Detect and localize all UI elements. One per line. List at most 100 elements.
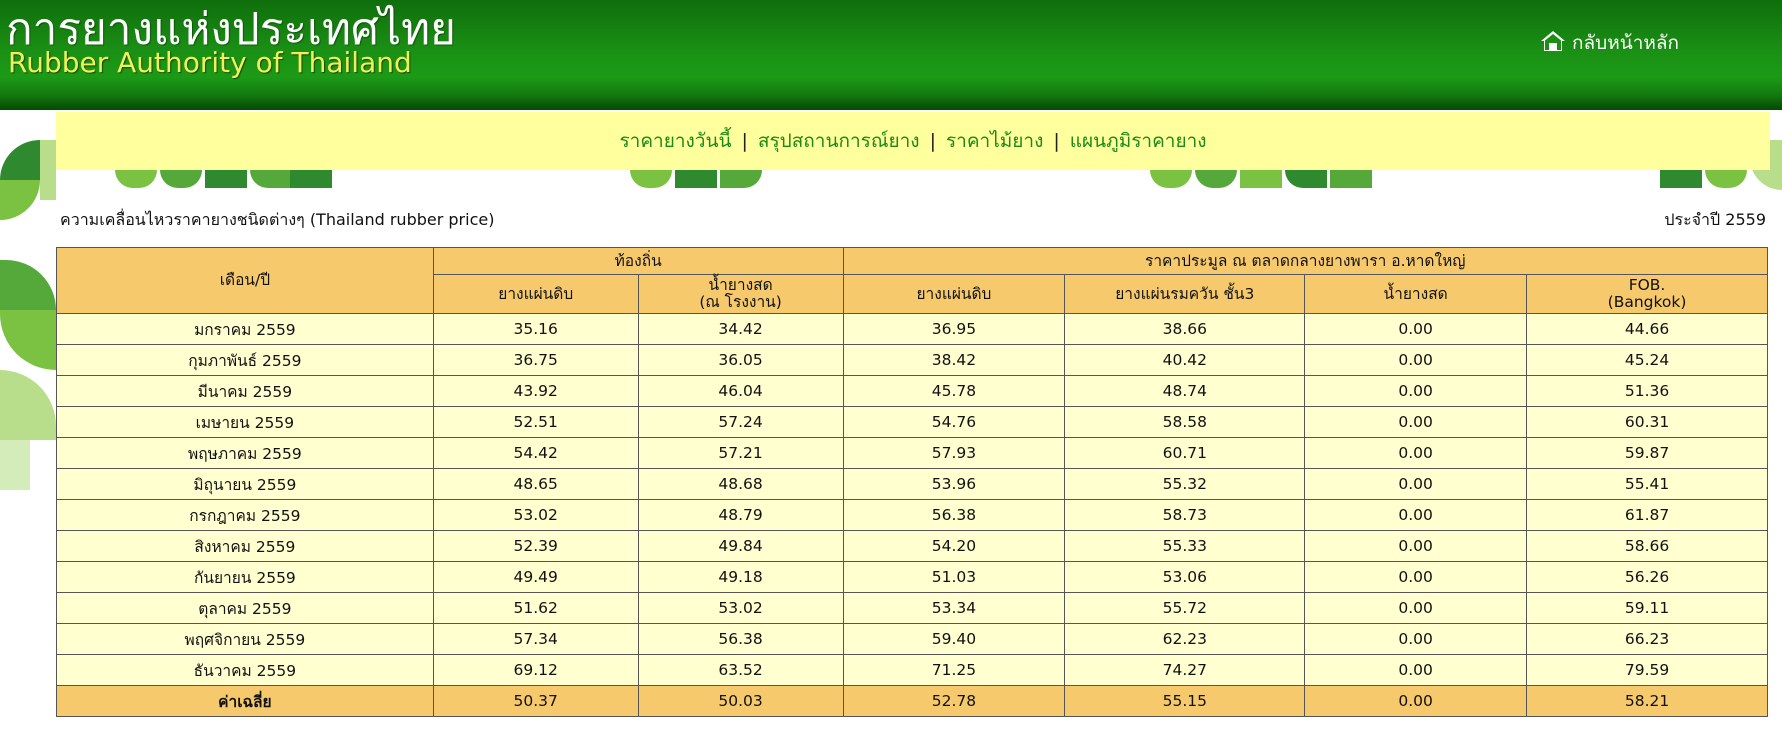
average-cell: 58.21 <box>1526 685 1768 717</box>
price-cell: 52.39 <box>432 530 639 562</box>
price-cell: 66.23 <box>1526 623 1768 655</box>
price-cell: 55.72 <box>1064 592 1306 624</box>
price-cell: 57.93 <box>842 437 1066 469</box>
site-header: การยางแห่งประเทศไทย Rubber Authority of … <box>0 0 1782 110</box>
price-cell: 38.42 <box>842 344 1066 376</box>
price-cell: 35.16 <box>432 313 639 345</box>
average-label: ค่าเฉลี่ย <box>56 685 434 717</box>
year-label: ประจำปี 2559 <box>1664 210 1766 229</box>
price-cell: 53.34 <box>842 592 1066 624</box>
header-local-raw-sheet: ยางแผ่นดิบ <box>432 274 639 314</box>
price-cell: 55.32 <box>1064 468 1306 500</box>
month-cell: พฤษภาคม 2559 <box>56 437 434 469</box>
price-cell: 49.18 <box>637 561 844 593</box>
price-cell: 48.65 <box>432 468 639 500</box>
price-cell: 74.27 <box>1064 654 1306 686</box>
table-row: พฤษภาคม 2559 54.42 57.21 57.93 60.71 0.00 59.8… <box>56 437 1768 469</box>
table-row: เมษายน 2559 52.51 57.24 54.76 58.58 0.00 60.31 <box>56 406 1768 438</box>
price-cell: 60.31 <box>1526 406 1768 438</box>
price-cell: 60.71 <box>1064 437 1306 469</box>
price-cell: 49.49 <box>432 561 639 593</box>
month-cell: กันยายน 2559 <box>56 561 434 593</box>
month-cell: พฤศจิกายน 2559 <box>56 623 434 655</box>
price-cell: 48.68 <box>637 468 844 500</box>
price-cell: 51.62 <box>432 592 639 624</box>
price-cell: 53.96 <box>842 468 1066 500</box>
price-cell: 69.12 <box>432 654 639 686</box>
nav-separator: | <box>741 130 748 152</box>
table-row: กันยายน 2559 49.49 49.18 51.03 53.06 0.00 56.2… <box>56 561 1768 593</box>
price-cell: 0.00 <box>1304 561 1528 593</box>
price-cell: 52.51 <box>432 406 639 438</box>
table-row: ธันวาคม 2559 69.12 63.52 71.25 74.27 0.00 79.5… <box>56 654 1768 686</box>
nav-rubberwood-price[interactable]: ราคาไม้ยาง <box>946 126 1043 156</box>
price-cell: 46.04 <box>637 375 844 407</box>
header-auction-latex: น้ำยางสด <box>1304 274 1528 314</box>
month-cell: มีนาคม 2559 <box>56 375 434 407</box>
price-cell: 53.02 <box>432 499 639 531</box>
header-local-latex: น้ำยางสด (ณ โรงงาน) <box>637 274 844 314</box>
price-cell: 53.02 <box>637 592 844 624</box>
table-row: กุมภาพันธ์ 2559 36.75 36.05 38.42 40.42 0.00 4… <box>56 344 1768 376</box>
price-cell: 53.06 <box>1064 561 1306 593</box>
price-cell: 63.52 <box>637 654 844 686</box>
price-cell: 55.33 <box>1064 530 1306 562</box>
price-cell: 0.00 <box>1304 468 1528 500</box>
table-row: สิงหาคม 2559 52.39 49.84 54.20 55.33 0.00 58.6… <box>56 530 1768 562</box>
price-cell: 51.03 <box>842 561 1066 593</box>
average-cell: 50.03 <box>637 685 844 717</box>
table-row: มกราคม 2559 35.16 34.42 36.95 38.66 0.00 44.66 <box>56 313 1768 345</box>
price-cell: 51.36 <box>1526 375 1768 407</box>
price-cell: 59.11 <box>1526 592 1768 624</box>
price-cell: 57.21 <box>637 437 844 469</box>
month-cell: ตุลาคม 2559 <box>56 592 434 624</box>
price-cell: 0.00 <box>1304 499 1528 531</box>
price-cell: 56.38 <box>842 499 1066 531</box>
nav-separator: | <box>1053 130 1060 152</box>
month-cell: มกราคม 2559 <box>56 313 434 345</box>
price-cell: 48.74 <box>1064 375 1306 407</box>
price-cell: 0.00 <box>1304 375 1528 407</box>
month-cell: เมษายน 2559 <box>56 406 434 438</box>
table-row: มีนาคม 2559 43.92 46.04 45.78 48.74 0.00 51.36 <box>56 375 1768 407</box>
price-cell: 36.05 <box>637 344 844 376</box>
average-cell: 55.15 <box>1064 685 1306 717</box>
home-link[interactable]: กลับหน้าหลัก <box>1540 28 1679 58</box>
table-caption: ความเคลื่อนไหวราคายางชนิดต่างๆ (Thailand… <box>60 210 495 229</box>
rubber-price-table: เดือน/ปี ท้องถิ่น ราคาประมูล ณ ตลาดกลางย… <box>56 247 1769 717</box>
price-cell: 49.84 <box>637 530 844 562</box>
month-cell: ธันวาคม 2559 <box>56 654 434 686</box>
month-cell: มิถุนายน 2559 <box>56 468 434 500</box>
price-cell: 34.42 <box>637 313 844 345</box>
price-cell: 0.00 <box>1304 313 1528 345</box>
price-cell: 79.59 <box>1526 654 1768 686</box>
price-cell: 0.00 <box>1304 654 1528 686</box>
price-cell: 58.66 <box>1526 530 1768 562</box>
header-auction-rss3: ยางแผ่นรมควัน ชั้น3 <box>1064 274 1306 314</box>
price-cell: 0.00 <box>1304 623 1528 655</box>
table-row: ตุลาคม 2559 51.62 53.02 53.34 55.72 0.00 59.11 <box>56 592 1768 624</box>
price-cell: 0.00 <box>1304 592 1528 624</box>
logo-english[interactable]: Rubber Authority of Thailand <box>8 46 412 79</box>
price-cell: 38.66 <box>1064 313 1306 345</box>
header-auction-raw-sheet: ยางแผ่นดิบ <box>842 274 1066 314</box>
nav-rubber-situation[interactable]: สรุปสถานการณ์ยาง <box>758 126 920 156</box>
main-nav: ราคายางวันนี้ | สรุปสถานการณ์ยาง | ราคาไ… <box>56 112 1770 170</box>
price-cell: 56.38 <box>637 623 844 655</box>
average-cell: 52.78 <box>842 685 1066 717</box>
header-fob-bangkok: FOB. (Bangkok) <box>1526 274 1768 314</box>
average-row: ค่าเฉลี่ย 50.37 50.03 52.78 55.15 0.00 5… <box>56 685 1768 717</box>
table-row: กรกฎาคม 2559 53.02 48.79 56.38 58.73 0.00 61.8… <box>56 499 1768 531</box>
nav-separator: | <box>929 130 936 152</box>
price-cell: 45.78 <box>842 375 1066 407</box>
price-cell: 59.40 <box>842 623 1066 655</box>
price-cell: 56.26 <box>1526 561 1768 593</box>
nav-price-chart[interactable]: แผนภูมิราคายาง <box>1070 126 1207 156</box>
price-cell: 36.75 <box>432 344 639 376</box>
price-cell: 0.00 <box>1304 530 1528 562</box>
month-cell: สิงหาคม 2559 <box>56 530 434 562</box>
nav-today-price[interactable]: ราคายางวันนี้ <box>619 126 731 156</box>
price-cell: 36.95 <box>842 313 1066 345</box>
table-row: มิถุนายน 2559 48.65 48.68 53.96 55.32 0.00 55.… <box>56 468 1768 500</box>
price-cell: 0.00 <box>1304 344 1528 376</box>
